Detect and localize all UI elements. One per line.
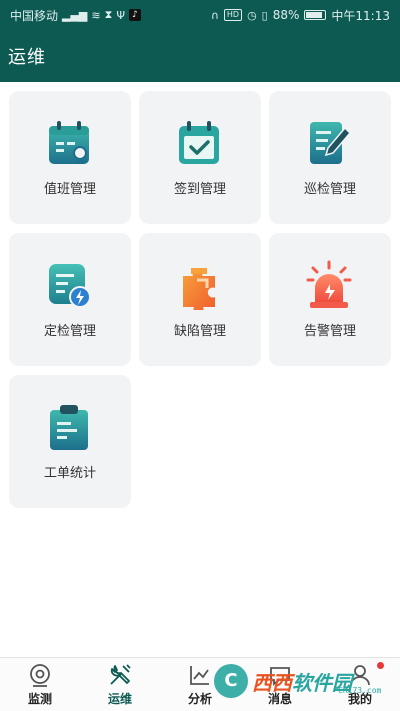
tile-label: 签到管理: [173, 182, 226, 197]
app-header: 运维: [0, 30, 400, 82]
monitor-camera-icon: [30, 664, 50, 687]
alarm-siren-icon: [306, 260, 352, 308]
watermark-text: 西西软件园: [252, 670, 352, 695]
clock-text: 中午11:13: [331, 8, 390, 23]
chart-icon: [190, 666, 209, 685]
tile-checkin-management[interactable]: 签到管理: [139, 91, 261, 224]
tile-label: 值班管理: [43, 182, 96, 197]
nav-label: 运维: [107, 692, 132, 706]
nav-item-operations[interactable]: 运维: [80, 658, 160, 711]
usb-icon: Ψ: [116, 8, 126, 22]
signal-icon: ▂▄▆: [62, 8, 88, 22]
tile-label: 巡检管理: [303, 182, 356, 197]
tile-label: 工单统计: [43, 466, 96, 481]
tile-label: 告警管理: [303, 324, 356, 339]
watermark-logo: C 西西软件园 CR173.com: [214, 664, 382, 698]
checkin-calendar-icon: [179, 121, 219, 164]
tile-alarm-management[interactable]: 告警管理: [269, 233, 391, 366]
nav-label: 分析: [187, 692, 212, 706]
carrier-text: 中国移动: [10, 8, 59, 23]
status-right: ∩ HD ◷ ▯ 88% 中午11:13: [211, 7, 390, 24]
status-left: 中国移动 ▂▄▆ ≋ ⧗ Ψ ♪: [10, 7, 142, 24]
page-title: 运维: [8, 47, 46, 68]
vibrate-icon: ▯: [261, 8, 268, 22]
battery-percent: 88%: [272, 8, 300, 22]
duty-calendar-icon: [49, 121, 89, 164]
clipboard-icon: [50, 405, 88, 450]
headset-icon: ∩: [210, 8, 219, 22]
battery-icon: [304, 10, 327, 20]
puzzle-icon: [183, 268, 215, 310]
tile-scheduled-check-management[interactable]: 定检管理: [9, 233, 131, 366]
tile-defect-management[interactable]: 缺陷管理: [139, 233, 261, 366]
alarm-clock-icon: ◷: [247, 8, 257, 22]
watermark-circle-icon: C: [214, 664, 248, 698]
nav-item-monitor[interactable]: 监测: [0, 658, 80, 711]
tiktok-icon: ♪: [129, 9, 142, 21]
tools-icon: [110, 664, 131, 685]
scheduled-check-icon: [49, 264, 91, 308]
status-bar: 中国移动 ▂▄▆ ≋ ⧗ Ψ ♪ ∩ HD ◷ ▯ 88% 中午11:13: [0, 0, 400, 30]
hd-badge: HD: [223, 9, 243, 21]
tile-label: 缺陷管理: [173, 324, 226, 339]
tile-work-order-stats[interactable]: 工单统计: [9, 375, 131, 508]
inspection-doc-icon: [310, 122, 352, 164]
hourglass-icon: ⧗: [104, 8, 113, 21]
tile-label: 定检管理: [43, 324, 96, 339]
tile-patrol-management[interactable]: 巡检管理: [269, 91, 391, 224]
watermark-url: CR173.com: [338, 686, 382, 695]
tile-duty-management[interactable]: 值班管理: [9, 91, 131, 224]
nav-label: 监测: [27, 692, 52, 706]
wifi-icon: ≋: [91, 8, 101, 22]
